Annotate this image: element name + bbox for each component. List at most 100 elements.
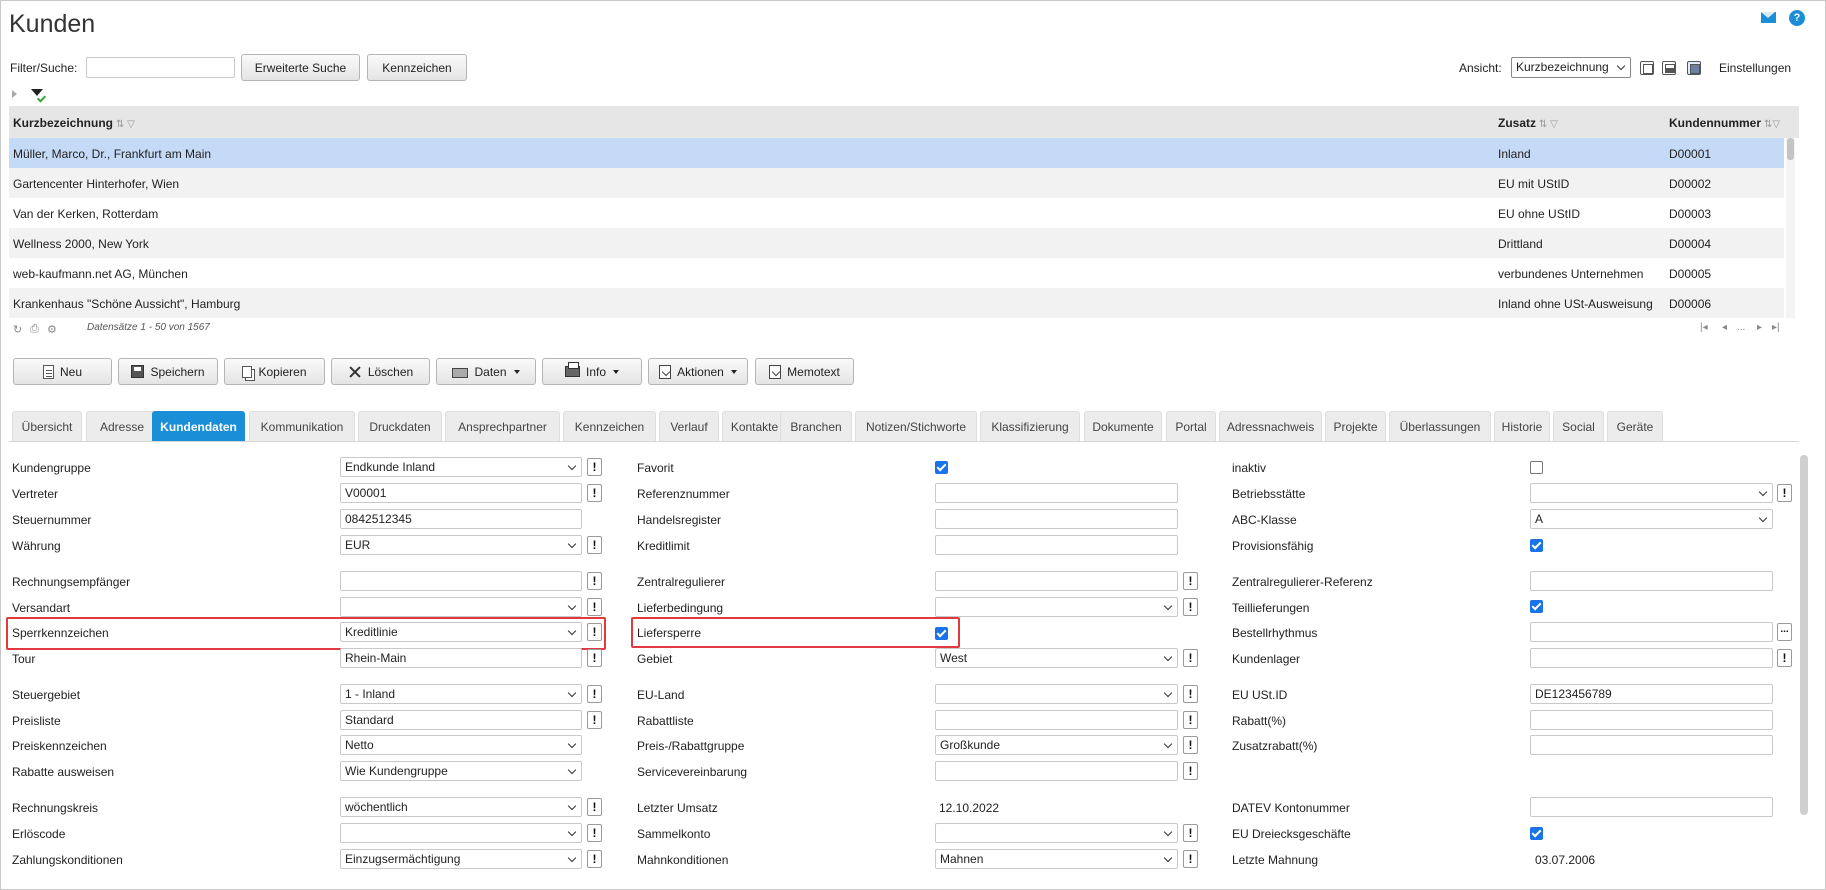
rechnungskreis-select[interactable]: wöchentlich [340,797,582,817]
pager-ellipsis[interactable]: ... [1737,322,1745,333]
filter-input[interactable] [86,57,235,78]
eu-dreieck-checkbox[interactable] [1530,827,1543,840]
zusatzrabatt-field[interactable] [1530,735,1773,755]
preiskennzeichen-select[interactable]: Netto [340,735,582,755]
zentralregulierer-referenz-field[interactable] [1530,571,1773,591]
table-row[interactable]: Krankenhaus "Schöne Aussicht", Hamburg I… [9,288,1784,318]
tab-kommunikation[interactable]: Kommunikation [249,411,355,441]
kundenlager-detail-button[interactable]: ! [1777,649,1792,667]
eu-land-detail-button[interactable]: ! [1183,685,1198,703]
rabattliste-detail-button[interactable]: ! [1183,711,1198,729]
servicevereinbarung-detail-button[interactable]: ! [1183,762,1198,780]
tab-kundendaten[interactable]: Kundendaten [152,411,245,441]
zahlungskonditionen-detail-button[interactable]: ! [587,850,602,868]
waehrung-select[interactable]: EUR [340,535,582,555]
tab-geraete[interactable]: Geräte [1607,411,1663,441]
favorit-checkbox[interactable] [935,461,948,474]
provisionsfaehig-checkbox[interactable] [1530,539,1543,552]
help-icon[interactable]: ? [1789,10,1805,26]
steuernummer-field[interactable]: 0842512345 [340,509,582,529]
tab-druckdaten[interactable]: Druckdaten [358,411,442,441]
zentralregulierer-detail-button[interactable]: ! [1183,572,1198,590]
steuergebiet-detail-button[interactable]: ! [587,685,602,703]
tab-kontakte[interactable]: Kontakte [722,411,787,441]
tab-notizen[interactable]: Notizen/Stichworte [855,411,977,441]
tab-dokumente[interactable]: Dokumente [1084,411,1162,441]
rechnungskreis-detail-button[interactable]: ! [587,798,602,816]
preis-rabattgruppe-detail-button[interactable]: ! [1183,736,1198,754]
kundengruppe-select[interactable]: Endkunde Inland [340,457,582,477]
new-button[interactable]: Neu [13,358,112,385]
tab-ansprechpartner[interactable]: Ansprechpartner [445,411,560,441]
table-row[interactable]: Müller, Marco, Dr., Frankfurt am Main In… [9,138,1784,168]
data-menu-button[interactable]: Daten [436,358,536,385]
tour-field[interactable]: Rhein-Main [340,648,582,668]
pager-first-icon[interactable]: |◂ [1700,322,1708,333]
teillieferungen-checkbox[interactable] [1530,600,1543,613]
tab-uebersicht[interactable]: Übersicht [12,411,82,441]
sammelkonto-select[interactable] [935,823,1178,843]
datev-field[interactable] [1530,797,1773,817]
lieferbedingung-select[interactable] [935,597,1178,617]
mail-icon[interactable] [1761,10,1777,26]
view-mode-3-icon[interactable] [1687,61,1701,75]
handelsregister-field[interactable] [935,509,1178,529]
refresh-icon[interactable]: ↻ [13,323,22,336]
extended-search-button[interactable]: Erweiterte Suche [241,54,360,81]
tab-historie[interactable]: Historie [1494,411,1550,441]
print-icon[interactable]: ⎙ [30,323,39,336]
copy-button[interactable]: Kopieren [224,358,325,385]
betriebsstaette-detail-button[interactable]: ! [1777,484,1792,502]
bestellrhythmus-field[interactable] [1530,622,1773,642]
view-select[interactable]: Kurzbezeichnung [1511,57,1631,78]
waehrung-detail-button[interactable]: ! [587,536,602,554]
preisliste-detail-button[interactable]: ! [587,711,602,729]
view-mode-2-icon[interactable] [1662,61,1676,75]
inaktiv-checkbox[interactable] [1530,461,1543,474]
betriebsstaette-select[interactable] [1530,483,1773,503]
vertreter-detail-button[interactable]: ! [587,484,602,502]
mahnkonditionen-select[interactable]: Mahnen [935,849,1178,869]
column-header-zusatz[interactable]: Zusatz ⇅ ▽ [1498,116,1558,130]
rechnungsempfaenger-detail-button[interactable]: ! [587,572,602,590]
marks-button[interactable]: Kennzeichen [367,54,467,81]
vertreter-field[interactable]: V00001 [340,483,582,503]
zentralregulierer-field[interactable] [935,571,1178,591]
tab-ueberlassungen[interactable]: Überlassungen [1389,411,1491,441]
zahlungskonditionen-select[interactable]: Einzugsermächtigung [340,849,582,869]
table-row[interactable]: web-kaufmann.net AG, München verbundenes… [9,258,1784,288]
tab-branchen[interactable]: Branchen [780,411,852,441]
info-menu-button[interactable]: Info [542,358,642,385]
rabatt-field[interactable] [1530,710,1773,730]
view-mode-1-icon[interactable] [1640,61,1654,75]
table-row[interactable]: Gartencenter Hinterhofer, Wien EU mit US… [9,168,1784,198]
eu-land-select[interactable] [935,684,1178,704]
pager-last-icon[interactable]: ▸| [1772,322,1780,333]
preis-rabattgruppe-select[interactable]: Großkunde [935,735,1178,755]
rechnungsempfaenger-field[interactable] [340,571,582,591]
filter-active-icon[interactable] [31,89,43,100]
tab-adressnachweis[interactable]: Adressnachweis [1219,411,1322,441]
actions-menu-button[interactable]: Aktionen [648,358,748,385]
eu-ustid-field[interactable]: DE123456789 [1530,684,1773,704]
steuergebiet-select[interactable]: 1 - Inland [340,684,582,704]
delete-button[interactable]: Löschen [331,358,430,385]
tab-kennzeichen[interactable]: Kennzeichen [563,411,656,441]
tab-verlauf[interactable]: Verlauf [659,411,719,441]
pager-next-icon[interactable]: ▸ [1757,322,1762,333]
versandart-detail-button[interactable]: ! [587,598,602,616]
tab-portal[interactable]: Portal [1166,411,1216,441]
memo-button[interactable]: Memotext [755,358,854,385]
rabattliste-field[interactable] [935,710,1178,730]
settings-icon[interactable]: ⚙ [47,323,57,336]
mahnkonditionen-detail-button[interactable]: ! [1183,850,1198,868]
table-row[interactable]: Van der Kerken, Rotterdam EU ohne UStID … [9,198,1784,228]
tab-klassifizierung[interactable]: Klassifizierung [980,411,1080,441]
erloescode-detail-button[interactable]: ! [587,824,602,842]
column-header-kurzbezeichnung[interactable]: Kurzbezeichnung ⇅ ▽ [13,116,135,130]
referenznummer-field[interactable] [935,483,1178,503]
save-button[interactable]: Speichern [118,358,218,385]
versandart-select[interactable] [340,597,582,617]
rabatte-select[interactable]: Wie Kundengruppe [340,761,582,781]
pager-prev-icon[interactable]: ◂ [1722,322,1727,333]
